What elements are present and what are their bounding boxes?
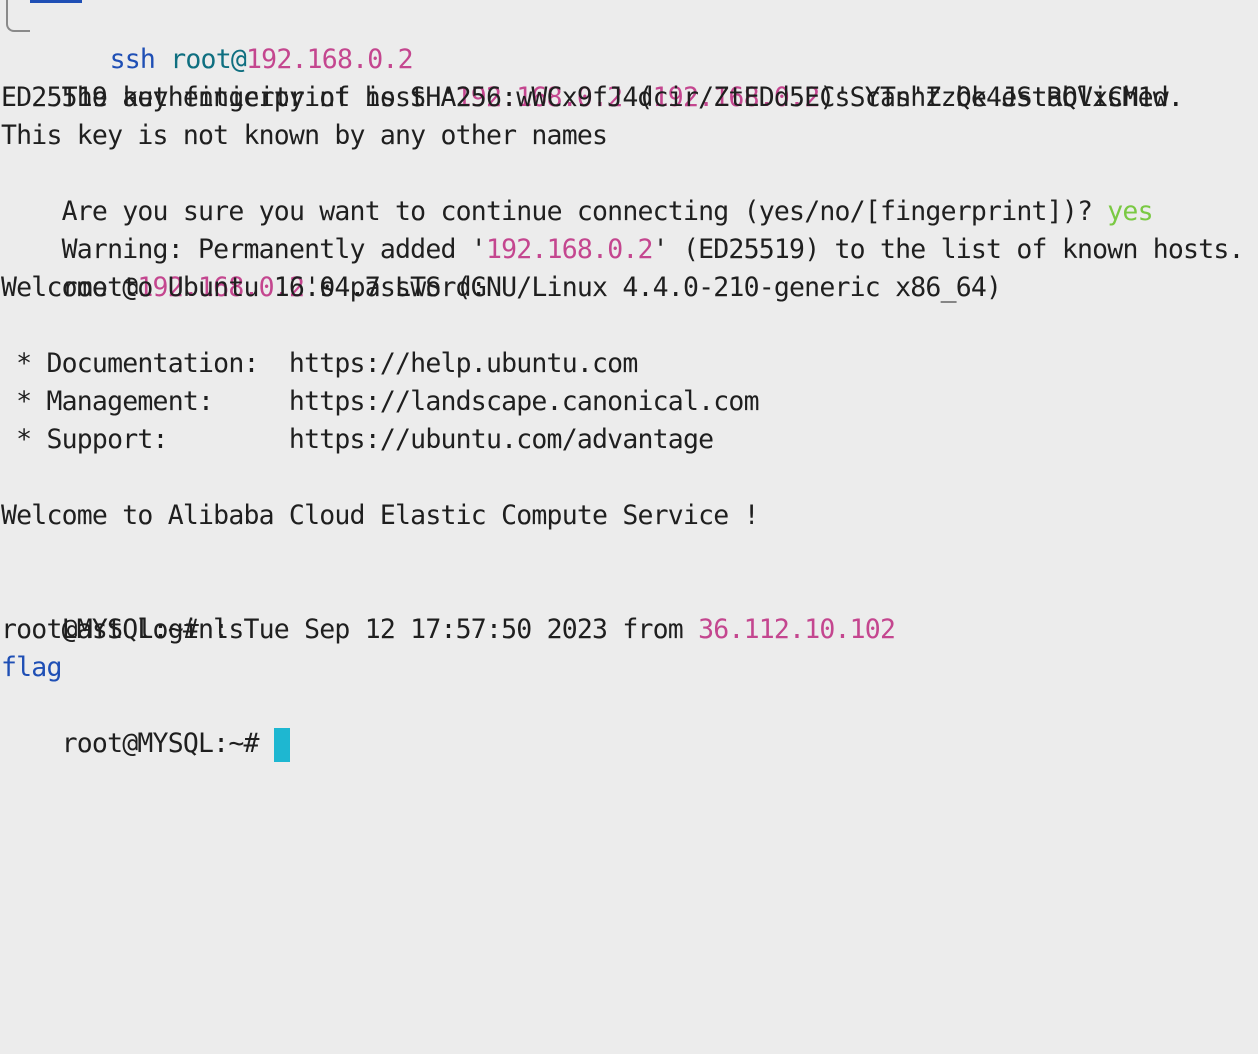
terminal-line-ls-output: flag xyxy=(1,652,62,683)
prompt-frame-decoration xyxy=(6,0,30,32)
terminal-line-management: * Management: https://landscape.canonica… xyxy=(1,386,759,417)
terminal-line-authenticity: The authenticity of host '192.168.0.2 (1… xyxy=(1,41,1184,113)
terminal-line-welcome-ubuntu: Welcome to Ubuntu 16.04.7 LTS (GNU/Linux… xyxy=(1,272,1002,303)
terminal-line-documentation: * Documentation: https://help.ubuntu.com xyxy=(1,348,638,379)
terminal-line-ls-command: root@MYSQL:~# ls xyxy=(1,614,244,645)
text-segment: ' (ED25519) to the list of known hosts. xyxy=(652,234,1245,265)
login-ip: 36.112.10.102 xyxy=(698,614,896,645)
terminal-line-warning: Warning: Permanently added '192.168.0.2'… xyxy=(1,193,1245,265)
terminal-line-continue-prompt: Are you sure you want to continue connec… xyxy=(1,155,1154,227)
terminal-line-fingerprint: ED25519 key fingerprint is SHA256:wWCx9f… xyxy=(1,82,1184,113)
terminal-line-last-login: Last login: Tue Sep 12 17:57:50 2023 fro… xyxy=(1,573,896,645)
terminal-line-welcome-alibaba: Welcome to Alibaba Cloud Elastic Compute… xyxy=(1,500,760,531)
shell-prompt: root@MYSQL:~# xyxy=(61,728,274,759)
host-ip: 192.168.0.2 xyxy=(485,234,654,265)
terminal-line-support: * Support: https://ubuntu.com/advantage xyxy=(1,424,714,455)
terminal-line-key-unknown: This key is not known by any other names xyxy=(1,120,608,151)
terminal-line-ssh-command: ssh root@192.168.0.2 xyxy=(49,3,414,75)
text-cursor[interactable] xyxy=(273,727,290,762)
terminal-line-password: root@192.168.0.2's password: xyxy=(1,231,487,303)
terminal-window[interactable]: ssh root@192.168.0.2 The authenticity of… xyxy=(0,0,1258,762)
terminal-line-current-prompt[interactable]: root@MYSQL:~# xyxy=(1,687,290,762)
